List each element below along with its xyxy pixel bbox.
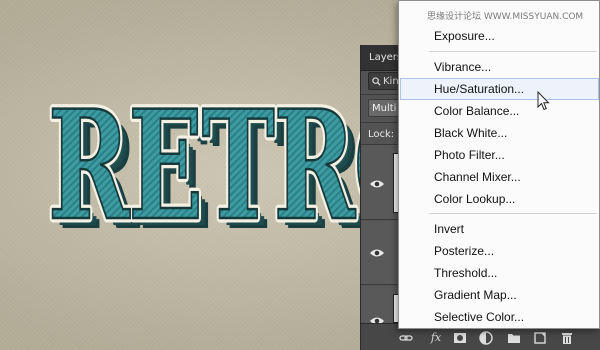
menu-item-photo-filter[interactable]: Photo Filter... bbox=[400, 144, 599, 166]
menu-separator bbox=[429, 51, 597, 52]
menu-item-channel-mixer[interactable]: Channel Mixer... bbox=[400, 166, 599, 188]
mouse-cursor-icon bbox=[537, 91, 550, 111]
layer-filter-label: Kin bbox=[383, 75, 399, 87]
link-icon[interactable] bbox=[399, 331, 413, 345]
eye-icon[interactable] bbox=[369, 179, 385, 189]
menu-item-vibrance[interactable]: Vibrance... bbox=[400, 56, 599, 78]
folder-icon[interactable] bbox=[507, 331, 521, 345]
mask-icon[interactable] bbox=[453, 331, 467, 345]
blend-mode-value: Multi bbox=[372, 102, 397, 114]
adjustment-icon[interactable] bbox=[479, 331, 493, 345]
menu-item-black-white[interactable]: Black White... bbox=[400, 122, 599, 144]
menu-item-selective-color[interactable]: Selective Color... bbox=[400, 306, 599, 328]
watermark-text: 思缘设计论坛 WWW.MISSYUAN.COM bbox=[427, 12, 584, 22]
fx-icon[interactable]: fx bbox=[426, 331, 446, 345]
trash-icon[interactable] bbox=[560, 331, 574, 345]
menu-item-color-balance[interactable]: Color Balance... bbox=[400, 100, 599, 122]
menu-item-hue-saturation[interactable]: Hue/Saturation... bbox=[400, 78, 599, 100]
search-icon bbox=[372, 76, 381, 86]
lock-label: Lock: bbox=[368, 129, 395, 140]
menu-item-posterize[interactable]: Posterize... bbox=[400, 240, 599, 262]
menu-separator bbox=[429, 213, 597, 214]
new-layer-icon[interactable] bbox=[533, 331, 547, 345]
menu-item-color-lookup[interactable]: Color Lookup... bbox=[400, 188, 599, 210]
menu-item-invert[interactable]: Invert bbox=[400, 218, 599, 240]
eye-icon[interactable] bbox=[369, 248, 385, 258]
menu-item-threshold[interactable]: Threshold... bbox=[400, 262, 599, 284]
menu-item-gradient-map[interactable]: Gradient Map... bbox=[400, 284, 599, 306]
adjustment-layer-menu: Exposure... Vibrance... Hue/Saturation..… bbox=[398, 0, 600, 329]
menu-item-exposure[interactable]: Exposure... bbox=[400, 25, 599, 47]
